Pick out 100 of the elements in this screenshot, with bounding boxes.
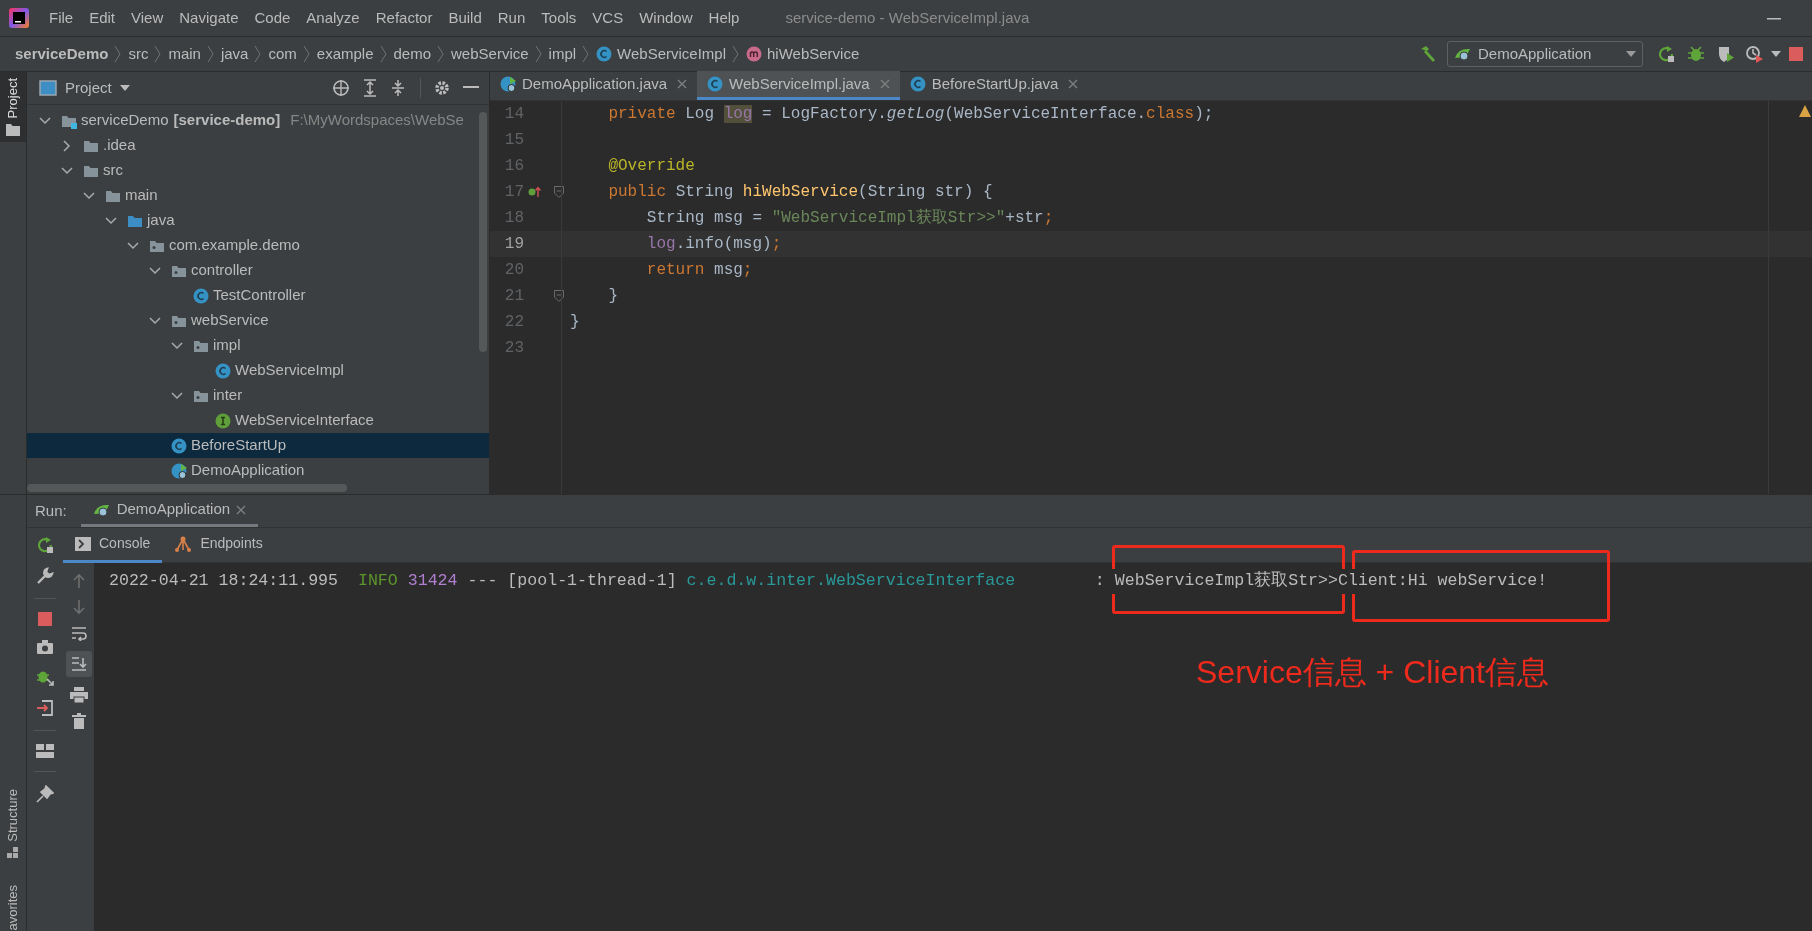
chevron-right-icon[interactable] (61, 139, 73, 152)
breadcrumb-item[interactable]: java (220, 42, 249, 66)
implements-marker-icon[interactable] (528, 186, 542, 198)
app-logo-icon[interactable] (9, 8, 29, 28)
close-icon[interactable] (1068, 79, 1079, 89)
shield-run-icon[interactable] (1717, 45, 1735, 63)
chevron-down-icon[interactable] (149, 314, 161, 327)
breadcrumb-item[interactable]: example (316, 42, 374, 66)
tree-item[interactable]: com.example.demo (27, 233, 489, 258)
trash-icon[interactable] (71, 713, 86, 729)
expand-all-icon[interactable] (362, 79, 378, 97)
chevron-down-icon[interactable] (61, 164, 73, 177)
tree-item[interactable]: .idea (27, 133, 489, 158)
menu-item[interactable]: Tools (533, 6, 585, 30)
hammer-icon[interactable] (1419, 45, 1437, 63)
profiler-icon[interactable] (1745, 45, 1763, 63)
menu-item[interactable]: View (123, 6, 172, 30)
tree-item[interactable]: impl (27, 333, 489, 358)
tree-item[interactable]: DemoApplication (27, 458, 489, 483)
breadcrumb-item[interactable]: WebServiceImpl (617, 42, 727, 66)
warning-icon[interactable] (1799, 105, 1811, 117)
pin-icon[interactable] (36, 785, 54, 803)
breadcrumb-item[interactable]: serviceDemo (15, 42, 109, 66)
run-label: Run: (35, 500, 67, 521)
editor-tab[interactable]: BeforeStartUp.java (899, 71, 1089, 100)
side-tab[interactable]: Structure (3, 782, 23, 866)
chevron-down-icon[interactable] (127, 239, 139, 252)
breadcrumb-item[interactable]: demo (393, 42, 432, 66)
dropdown-caret-icon[interactable] (1626, 51, 1636, 57)
run-configuration-dropdown[interactable]: DemoApplication (1447, 41, 1643, 67)
menu-item[interactable]: Edit (81, 6, 124, 30)
scroll-to-end-button[interactable] (65, 651, 92, 677)
breadcrumb-item[interactable]: src (128, 42, 149, 66)
tree-item[interactable]: WebServiceImpl (27, 358, 489, 383)
panel-title[interactable]: Project (65, 76, 112, 100)
window-title: service-demo - WebServiceImpl.java (785, 7, 1030, 28)
soft-wrap-icon[interactable] (70, 625, 87, 641)
menu-item[interactable]: Analyze (298, 6, 368, 30)
minimize-icon[interactable] (463, 86, 479, 90)
close-icon[interactable] (677, 79, 688, 89)
class-icon (171, 437, 187, 454)
tree-item[interactable]: inter (27, 383, 489, 408)
scrollbar[interactable] (479, 112, 487, 352)
chevron-down-icon[interactable] (105, 214, 117, 227)
breadcrumb-item[interactable]: com (268, 42, 297, 66)
dropdown-caret-icon[interactable] (1771, 51, 1781, 57)
menu-item[interactable]: VCS (584, 6, 632, 30)
chevron-separator-icon (302, 45, 311, 63)
breadcrumb-item[interactable]: hiWebService (767, 42, 860, 66)
tree-item[interactable]: java (27, 208, 489, 233)
rerun-icon[interactable] (1657, 45, 1675, 63)
scrollbar[interactable] (27, 484, 347, 492)
wrench-icon[interactable] (36, 567, 54, 585)
settings-icon[interactable] (433, 79, 451, 97)
console-tab[interactable]: Endpoints (162, 527, 275, 563)
locate-icon[interactable] (332, 79, 350, 97)
menu-item[interactable]: Window (631, 6, 701, 30)
fold-marker-icon[interactable] (554, 290, 564, 302)
camera-icon[interactable] (36, 639, 54, 655)
breadcrumb-item[interactable]: main (168, 42, 201, 66)
chevron-separator-icon (732, 45, 741, 63)
breadcrumb-item[interactable]: webService (451, 42, 529, 66)
menu-item[interactable]: Run (489, 6, 534, 30)
tree-item[interactable]: BeforeStartUp (27, 433, 489, 458)
breadcrumb-item[interactable]: impl (548, 42, 577, 66)
login-icon[interactable] (36, 699, 54, 717)
print-icon[interactable] (69, 687, 88, 703)
chevron-down-icon[interactable] (83, 189, 95, 202)
chevron-down-icon[interactable] (39, 114, 51, 127)
tree-item[interactable]: src (27, 158, 489, 183)
scroll-to-end-icon (70, 656, 87, 672)
bug-icon[interactable] (1687, 45, 1705, 63)
tree-item[interactable]: webService (27, 308, 489, 333)
chevron-separator-icon (114, 45, 123, 63)
menu-item[interactable]: Code (246, 6, 299, 30)
spring-class-icon (500, 76, 516, 92)
menu-item[interactable]: Navigate (171, 6, 247, 30)
tree-item[interactable]: controller (27, 258, 489, 283)
menu-item[interactable]: Refactor (367, 6, 441, 30)
menu-item[interactable]: Build (440, 6, 490, 30)
close-icon[interactable] (236, 504, 247, 515)
menu-item[interactable]: Help (700, 6, 748, 30)
chevron-down-icon[interactable] (149, 264, 161, 277)
chevron-down-icon[interactable] (171, 389, 183, 402)
tree-item[interactable]: main (27, 183, 489, 208)
tree-item[interactable]: TestController (27, 283, 489, 308)
side-tab[interactable]: avorites (3, 879, 23, 931)
editor-tab[interactable]: DemoApplication.java (490, 71, 698, 100)
rerun-icon[interactable] (36, 536, 54, 554)
layout-icon[interactable] (36, 744, 54, 758)
fold-marker-icon[interactable] (554, 186, 564, 198)
line-number: 20 (503, 260, 524, 281)
menu-item[interactable]: File (41, 6, 82, 30)
editor-tab[interactable]: WebServiceImpl.java (697, 71, 900, 100)
dropdown-caret-icon[interactable] (119, 85, 130, 91)
project-side-tab[interactable]: Project (0, 72, 26, 143)
tree-item[interactable]: WebServiceInterface (27, 408, 489, 433)
collapse-all-icon[interactable] (390, 79, 406, 97)
chevron-down-icon[interactable] (171, 339, 183, 352)
tree-item[interactable]: serviceDemo [service-demo] F:\MyWordspaces\WebSe (27, 108, 489, 133)
